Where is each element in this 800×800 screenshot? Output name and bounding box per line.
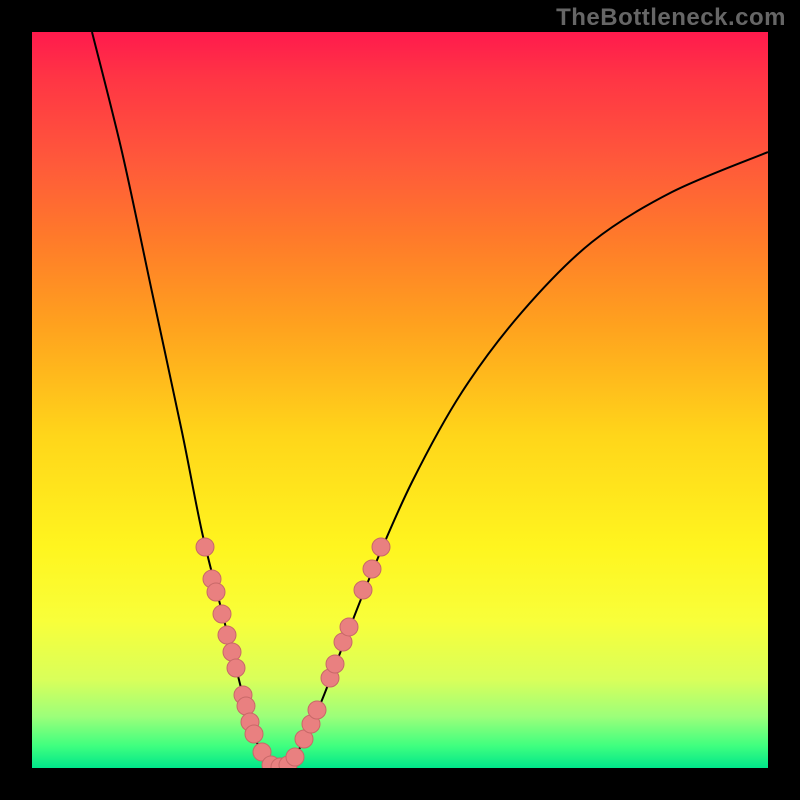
scatter-dots [196, 538, 390, 768]
curve-group [92, 32, 768, 768]
chart-frame: TheBottleneck.com [0, 0, 800, 800]
data-point [340, 618, 358, 636]
chart-svg [32, 32, 768, 768]
data-point [363, 560, 381, 578]
data-point [213, 605, 231, 623]
data-point [308, 701, 326, 719]
data-point [227, 659, 245, 677]
data-point [372, 538, 390, 556]
watermark-text: TheBottleneck.com [556, 4, 786, 32]
data-point [326, 655, 344, 673]
data-point [218, 626, 236, 644]
plot-area [32, 32, 768, 768]
curve-path [276, 152, 768, 768]
data-point [237, 697, 255, 715]
data-point [223, 643, 241, 661]
data-point [207, 583, 225, 601]
data-point [354, 581, 372, 599]
data-point [245, 725, 263, 743]
data-point [196, 538, 214, 556]
curve-path [92, 32, 276, 768]
data-point [286, 748, 304, 766]
